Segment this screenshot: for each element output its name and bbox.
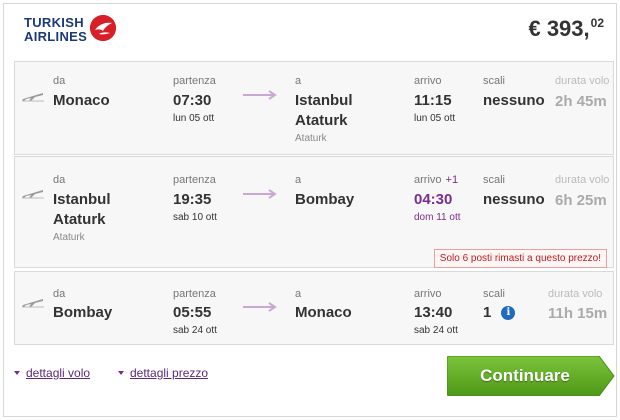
stops-value-row: 1i xyxy=(483,303,516,323)
from-label: da xyxy=(53,75,66,87)
duration-value: 2h 45m xyxy=(555,93,607,110)
stops-label: scali xyxy=(483,75,506,87)
price-main: € 393, xyxy=(528,16,590,41)
to-city-line1: Istanbul xyxy=(295,92,353,109)
continue-button[interactable]: Continuare xyxy=(447,356,615,396)
seats-left-warning: Solo 6 posti rimasti a questo prezzo! xyxy=(433,249,607,268)
from-label: da xyxy=(53,288,66,300)
from-city-line1: Istanbul xyxy=(53,191,111,208)
arrival-label: arrivo +1 xyxy=(414,174,458,186)
stops-label: scali xyxy=(483,174,506,186)
departure-time: 07:30 xyxy=(173,92,212,109)
departure-label: partenza xyxy=(173,75,216,87)
to-label: a xyxy=(295,288,302,300)
to-label: a xyxy=(295,174,302,186)
departure-date: sab 24 ott xyxy=(173,325,217,336)
departure-time: 19:35 xyxy=(173,191,212,208)
flight-segment-2[interactable]: da Istanbul Ataturk Ataturk partenza 19:… xyxy=(14,156,614,268)
plane-departure-icon xyxy=(22,93,44,102)
arrival-date: sab 24 ott xyxy=(414,325,458,336)
departure-date: lun 05 ott xyxy=(173,113,215,124)
arrival-time: 04:30 xyxy=(414,191,453,208)
from-label: da xyxy=(53,174,66,186)
to-label: a xyxy=(295,75,302,87)
arrow-right-icon xyxy=(243,90,277,100)
info-icon[interactable]: i xyxy=(501,306,516,320)
plane-departure-icon xyxy=(22,190,44,199)
duration-label: durata volo xyxy=(555,75,610,87)
arrival-label: arrivo xyxy=(414,288,442,300)
turkish-airlines-bird-icon xyxy=(90,15,116,41)
airline-name-line2: AIRLINES xyxy=(24,29,88,44)
flight-offer-card: TURKISH AIRLINES € 393,02 da Monaco part… xyxy=(3,3,617,417)
to-city-line2: Ataturk xyxy=(295,112,348,129)
price-cents: 02 xyxy=(590,16,604,30)
duration-label: durata volo xyxy=(555,174,610,186)
duration-label: durata volo xyxy=(548,288,603,300)
to-city: Bombay xyxy=(295,191,355,208)
flight-segment-1[interactable]: da Monaco partenza 07:30 lun 05 ott a Is… xyxy=(14,61,614,155)
flight-details-link[interactable]: dettagli volo xyxy=(14,366,90,380)
to-airport: Ataturk xyxy=(295,133,327,144)
stops-value: nessuno xyxy=(483,92,545,109)
to-city: Monaco xyxy=(295,304,352,321)
from-city: Bombay xyxy=(53,304,113,321)
flight-details-text: dettagli volo xyxy=(26,366,91,380)
departure-label: partenza xyxy=(173,288,216,300)
price-details-link[interactable]: dettagli prezzo xyxy=(118,366,208,380)
arrival-date: dom 11 ott xyxy=(414,212,461,223)
from-city: Monaco xyxy=(53,92,110,109)
caret-down-icon xyxy=(14,371,20,375)
departure-date: sab 10 ott xyxy=(173,212,217,223)
duration-value: 11h 15m xyxy=(548,305,608,322)
caret-down-icon xyxy=(118,371,124,375)
arrival-time: 13:40 xyxy=(414,304,453,321)
from-city-line2: Ataturk xyxy=(53,211,106,228)
plane-departure-icon xyxy=(22,299,44,308)
arrow-right-icon xyxy=(243,302,277,312)
flight-segment-3[interactable]: da Bombay partenza 05:55 sab 24 ott a Mo… xyxy=(14,271,614,345)
stops-value: nessuno xyxy=(483,191,545,208)
airline-name-line1: TURKISH xyxy=(24,15,84,30)
arrival-label-text: arrivo xyxy=(414,174,442,186)
price-details-text: dettagli prezzo xyxy=(130,366,209,380)
from-airport: Ataturk xyxy=(53,232,85,243)
arrival-date: lun 05 ott xyxy=(414,113,456,124)
departure-time: 05:55 xyxy=(173,304,212,321)
departure-label: partenza xyxy=(173,174,216,186)
airline-logo: TURKISH AIRLINES xyxy=(24,13,116,47)
total-price: € 393,02 xyxy=(528,16,604,42)
arrival-label: arrivo xyxy=(414,75,442,87)
duration-value: 6h 25m xyxy=(555,192,607,209)
arrival-time: 11:15 xyxy=(414,92,452,109)
arrow-right-icon xyxy=(243,189,277,199)
stops-value: 1 xyxy=(483,304,492,321)
offer-header: TURKISH AIRLINES € 393,02 xyxy=(4,4,616,56)
continue-button-label: Continuare xyxy=(480,366,570,385)
stops-label: scali xyxy=(483,288,506,300)
next-day-indicator: +1 xyxy=(445,174,459,186)
